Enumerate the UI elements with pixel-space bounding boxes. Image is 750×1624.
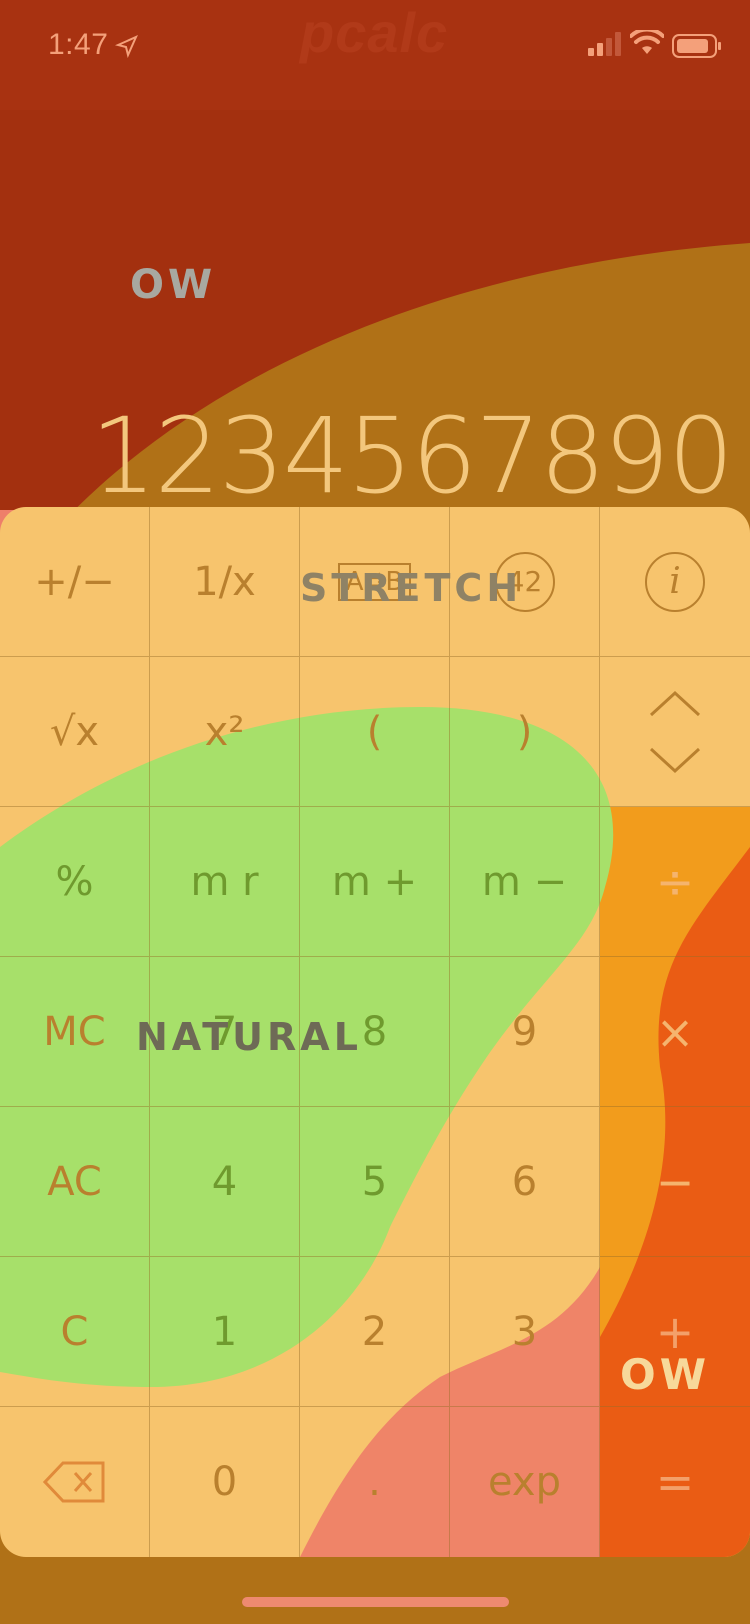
- square-root-label: √x: [49, 708, 100, 755]
- exp-label: exp: [488, 1459, 561, 1505]
- decimal-key[interactable]: .: [300, 1407, 450, 1557]
- wifi-icon: [630, 30, 664, 54]
- digit-0-label: 0: [211, 1459, 238, 1505]
- square-label: x²: [204, 708, 245, 755]
- digit-6-key[interactable]: 6: [450, 1107, 600, 1257]
- overlay-label-stretch: STRETCH: [300, 566, 523, 610]
- info-key[interactable]: i: [600, 507, 750, 657]
- digit-3-label: 3: [511, 1308, 538, 1355]
- equals-label: =: [655, 1455, 695, 1509]
- decimal-label: .: [368, 1459, 381, 1505]
- digit-0-key[interactable]: 0: [150, 1407, 300, 1557]
- digit-9-label: 9: [511, 1008, 538, 1055]
- multiply-label: ×: [655, 1004, 695, 1059]
- close-paren-label: ): [516, 708, 533, 755]
- divide-label: ÷: [655, 854, 695, 909]
- scroll-key[interactable]: [600, 657, 750, 807]
- battery-icon: [672, 34, 721, 58]
- digit-2-label: 2: [361, 1308, 388, 1355]
- memory-recall-key[interactable]: m r: [150, 807, 300, 957]
- memory-plus-key[interactable]: m +: [300, 807, 450, 957]
- reciprocal-key[interactable]: 1/x: [150, 507, 300, 657]
- app-watermark: pcalc: [300, 1, 449, 64]
- reciprocal-label: 1/x: [193, 558, 256, 605]
- percent-key[interactable]: %: [0, 807, 150, 957]
- digit-6-label: 6: [511, 1158, 538, 1205]
- minus-key[interactable]: −: [600, 1107, 750, 1257]
- backspace-icon: [42, 1461, 104, 1503]
- close-paren-key[interactable]: ): [450, 657, 600, 807]
- clear-key[interactable]: C: [0, 1257, 150, 1407]
- memory-plus-label: m +: [331, 858, 418, 905]
- overlay-label-top: OW: [130, 262, 217, 308]
- digit-4-label: 4: [211, 1158, 238, 1205]
- digit-3-key[interactable]: 3: [450, 1257, 600, 1407]
- plus-minus-label: +/−: [34, 558, 115, 605]
- percent-label: %: [55, 858, 94, 905]
- digit-1-key[interactable]: 1: [150, 1257, 300, 1407]
- overlay-label-natural: NATURAL: [136, 1015, 362, 1059]
- all-clear-key[interactable]: AC: [0, 1107, 150, 1257]
- square-root-key[interactable]: √x: [0, 657, 150, 807]
- digit-4-key[interactable]: 4: [150, 1107, 300, 1257]
- clear-label: C: [60, 1308, 89, 1355]
- chevron-up-down-icon: [649, 690, 701, 773]
- memory-clear-key[interactable]: MC: [0, 957, 150, 1107]
- open-paren-key[interactable]: (: [300, 657, 450, 807]
- location-arrow-icon: [115, 35, 138, 58]
- exp-key[interactable]: exp: [450, 1407, 600, 1557]
- all-clear-label: AC: [47, 1158, 102, 1205]
- info-icon: i: [645, 551, 705, 612]
- digit-5-label: 5: [361, 1158, 388, 1205]
- divide-key[interactable]: ÷: [600, 807, 750, 957]
- digit-8-label: 8: [361, 1008, 388, 1055]
- delete-key[interactable]: [0, 1407, 150, 1557]
- memory-recall-label: m r: [190, 858, 259, 905]
- memory-minus-key[interactable]: m −: [450, 807, 600, 957]
- multiply-key[interactable]: ×: [600, 957, 750, 1107]
- home-indicator[interactable]: [242, 1597, 509, 1607]
- open-paren-label: (: [366, 708, 383, 755]
- status-time: 1:47: [48, 28, 109, 61]
- plus-minus-key[interactable]: +/−: [0, 507, 150, 657]
- status-bar: 1:47 pcalc: [0, 0, 750, 90]
- digit-5-key[interactable]: 5: [300, 1107, 450, 1257]
- keypad: +/− 1/x A⇄B 42 i √x x²()% m rm + m − ÷ MC 7 8 9 × AC 4 5 6…: [0, 507, 750, 1557]
- calculator-display: 1234567890: [90, 395, 734, 517]
- minus-label: −: [655, 1154, 695, 1209]
- overlay-label-right: OW: [620, 1350, 711, 1399]
- square-key[interactable]: x²: [150, 657, 300, 807]
- digit-9-key[interactable]: 9: [450, 957, 600, 1107]
- equals-key[interactable]: =: [600, 1407, 750, 1557]
- memory-minus-label: m −: [481, 858, 568, 905]
- cellular-signal-icon: [588, 32, 621, 56]
- digit-1-label: 1: [211, 1308, 238, 1355]
- memory-clear-label: MC: [43, 1008, 106, 1055]
- digit-2-key[interactable]: 2: [300, 1257, 450, 1407]
